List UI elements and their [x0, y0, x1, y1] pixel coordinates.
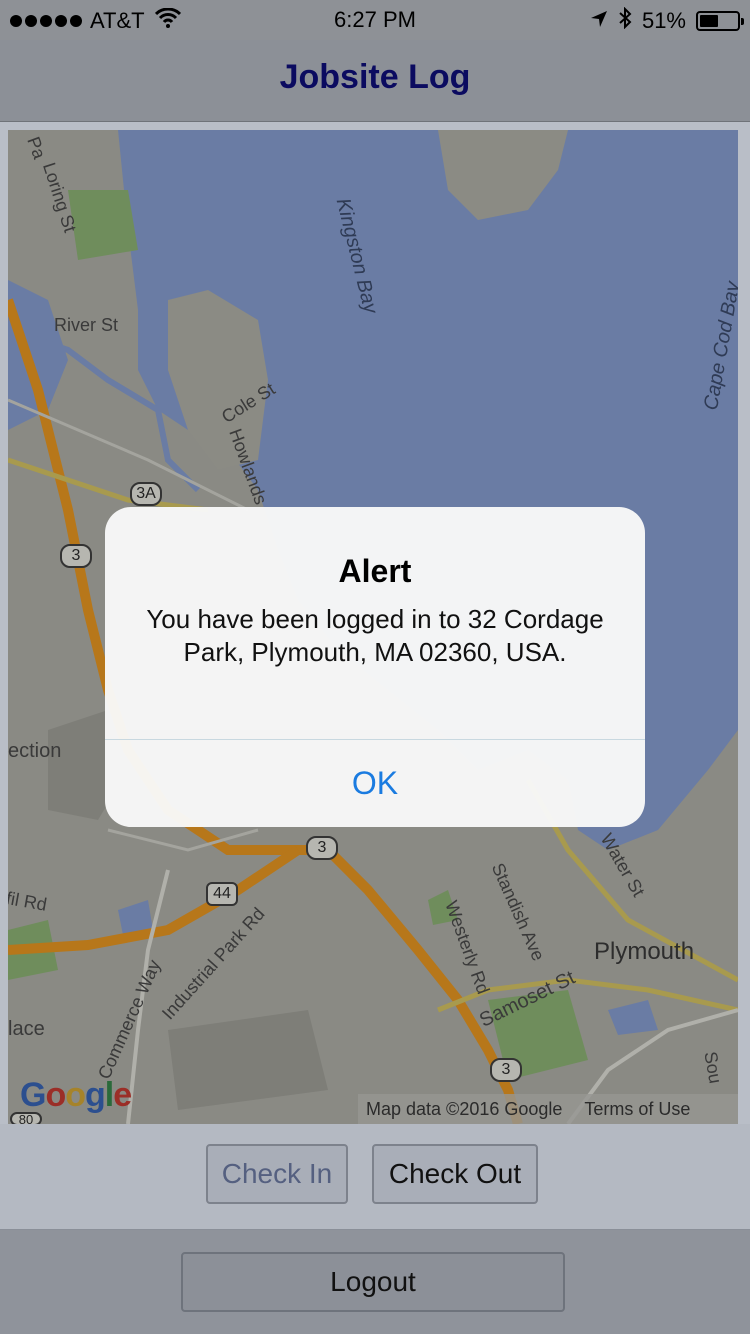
- battery-fill: [700, 15, 718, 27]
- battery-percent: 51%: [641, 8, 686, 33]
- alert-dialog: Alert You have been logged in to 32 Cord…: [105, 507, 645, 827]
- google-logo: Google: [20, 1076, 132, 1114]
- check-button-bar: Check In Check Out: [0, 1124, 750, 1230]
- logout-button[interactable]: Logout: [181, 1252, 565, 1312]
- route-shield-3: 3: [490, 1058, 522, 1082]
- page-title: Jobsite Log: [279, 58, 471, 96]
- route-shield-3: 3: [60, 544, 92, 568]
- logout-bar: Logout: [0, 1230, 750, 1334]
- location-arrow-icon: [590, 8, 608, 34]
- alert-title: Alert: [338, 553, 412, 589]
- map-label-plymouth: Plymouth: [594, 938, 695, 965]
- status-bar: AT&T 6:27 PM 51%: [0, 0, 750, 40]
- alert-message: You have been logged in to 32 Cordage Pa…: [146, 604, 604, 667]
- alert-ok-button[interactable]: OK: [105, 740, 645, 827]
- map-label-river: River St: [54, 315, 119, 335]
- route-shield-44: 44: [206, 882, 238, 906]
- map-label-ection: ection: [8, 740, 62, 762]
- map-attribution: Map data ©2016 Google Terms of Use: [358, 1094, 738, 1124]
- check-out-button[interactable]: Check Out: [372, 1144, 538, 1204]
- nav-bar: Jobsite Log: [0, 40, 750, 122]
- route-shield-3a: 3A: [130, 482, 162, 506]
- battery-icon: [696, 11, 744, 31]
- map-data-label: Map data ©2016 Google: [366, 1098, 563, 1119]
- check-in-button[interactable]: Check In: [206, 1144, 348, 1204]
- route-shield-3: 3: [306, 836, 338, 860]
- status-right: 51%: [590, 6, 744, 35]
- terms-of-use-link[interactable]: Terms of Use: [584, 1099, 690, 1120]
- bluetooth-icon: [618, 6, 632, 35]
- map-label-lace: lace: [8, 1018, 45, 1040]
